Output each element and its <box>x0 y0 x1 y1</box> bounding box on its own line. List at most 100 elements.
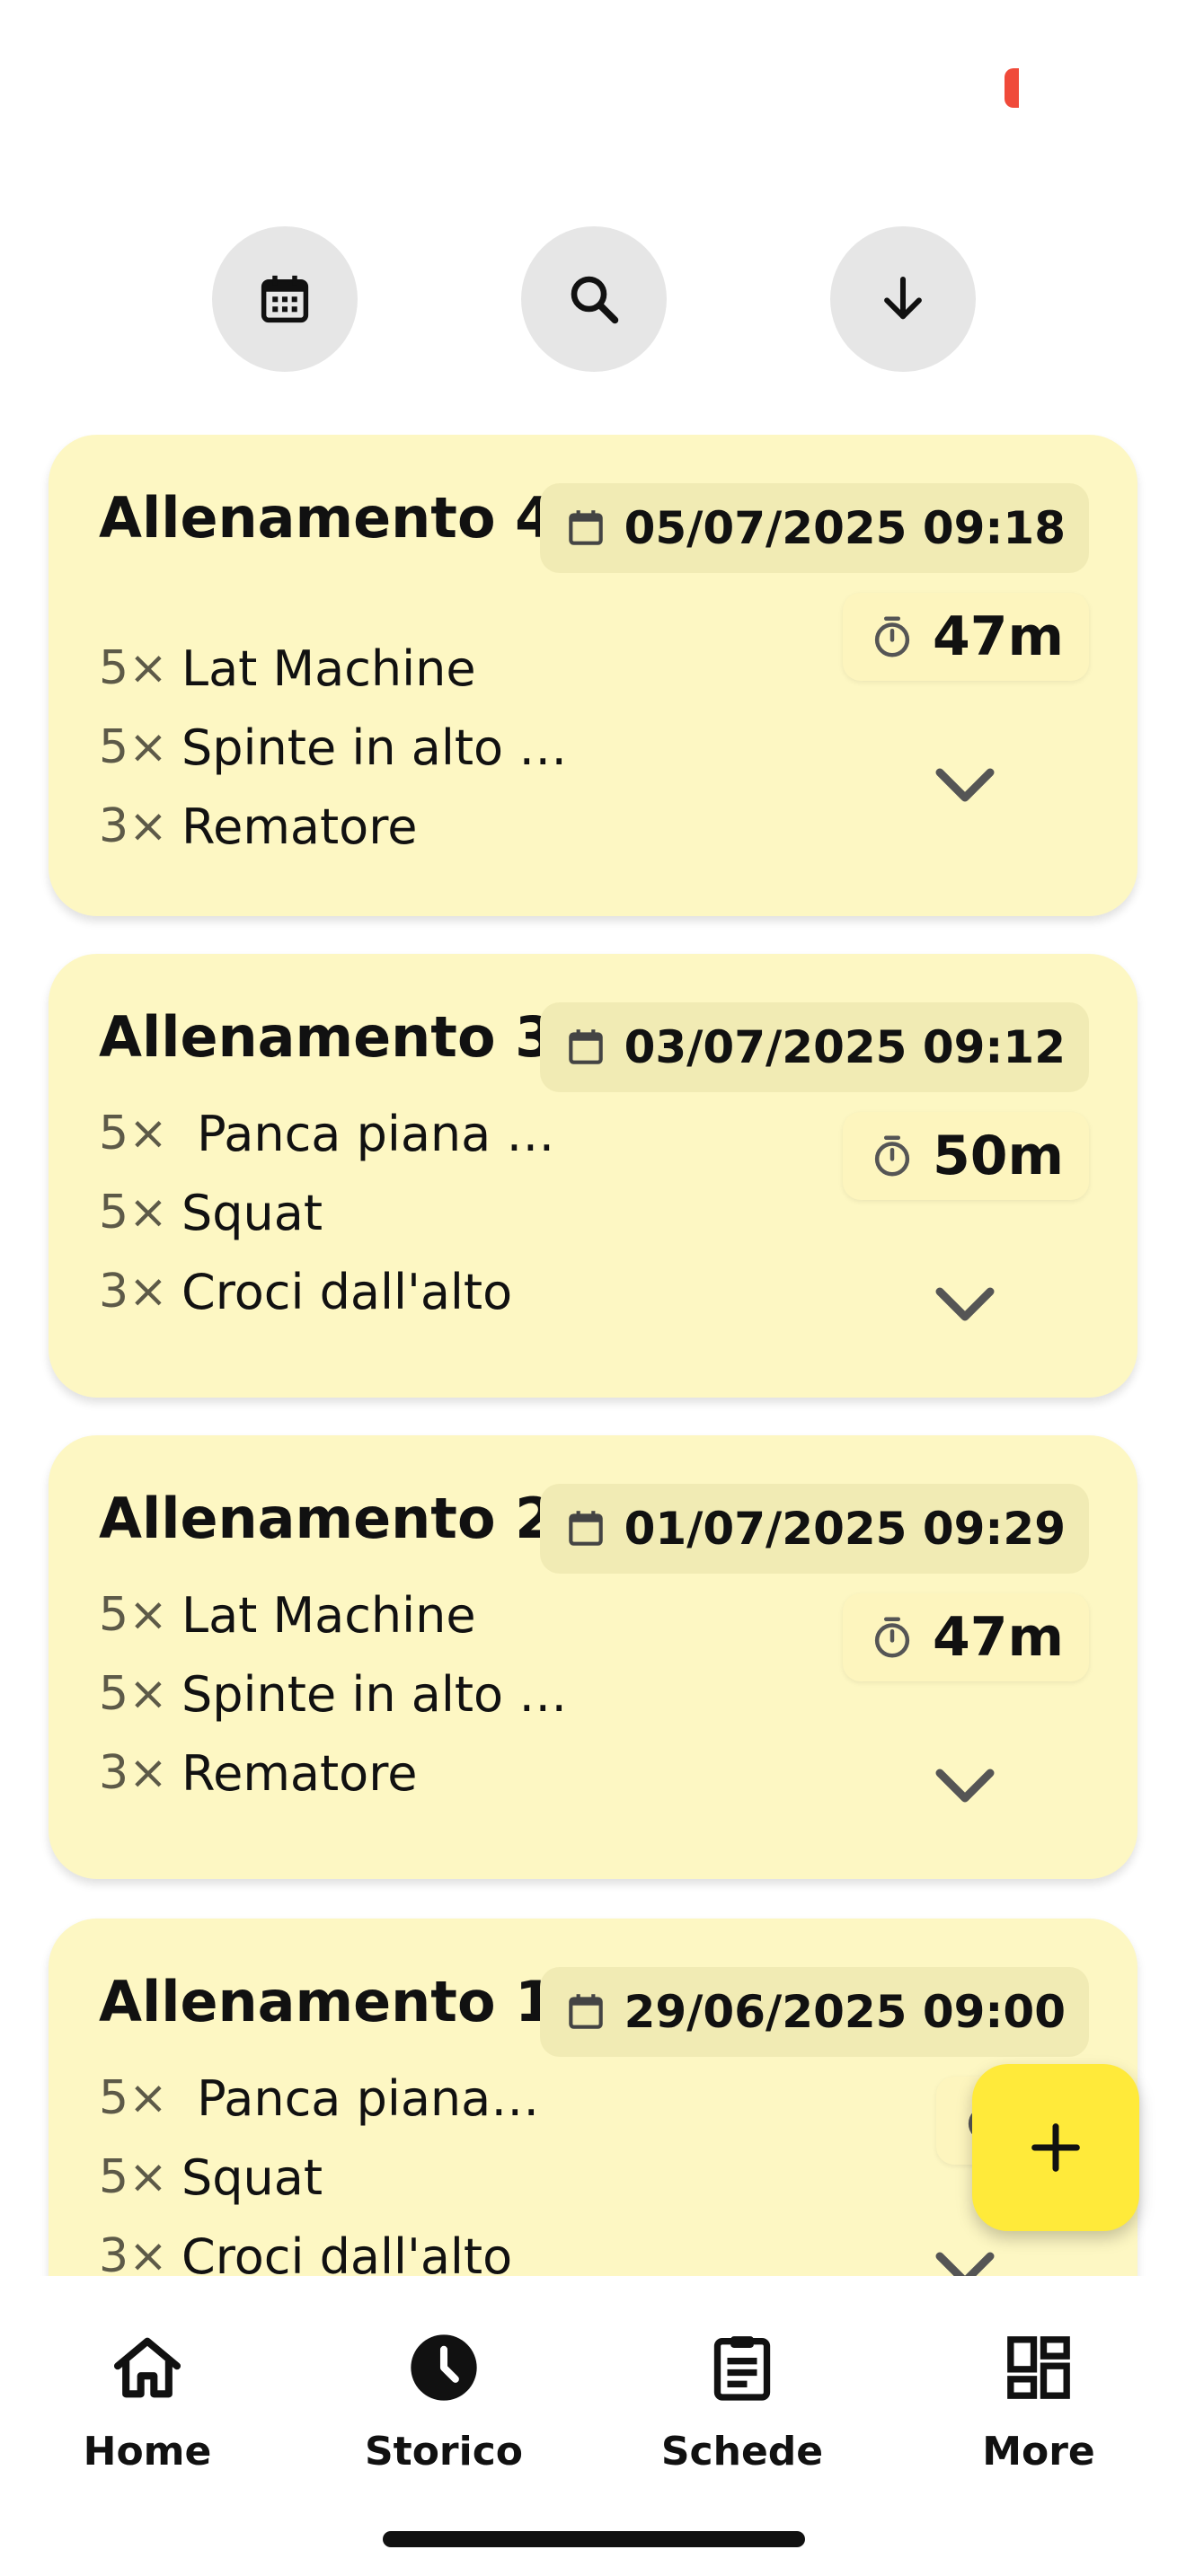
workout-duration: 50m <box>932 1125 1064 1187</box>
exercise-row: 3× Croci dall'alto <box>99 2217 602 2277</box>
calendar-icon <box>261 275 309 323</box>
exercise-row: 5× Lat Machine <box>99 1575 602 1654</box>
workout-date: 03/07/2025 09:12 <box>624 1021 1066 1073</box>
exercise-name: Croci dall'alto <box>181 2228 513 2277</box>
calendar-icon <box>568 510 603 545</box>
nav-label-more: More <box>982 2429 1095 2475</box>
exercise-row: 3× Rematore <box>99 787 602 866</box>
exercise-row: 3× Croci dall'alto <box>99 1252 602 1331</box>
chevron-down-icon <box>935 2252 995 2276</box>
nav-label-home: Home <box>83 2429 212 2475</box>
exercise-row: 5× Squat <box>99 2138 602 2217</box>
exercise-name: Spinte in alto … <box>181 1665 568 1723</box>
workout-title: Allenamento 4 <box>99 485 554 551</box>
exercise-sets: 3× <box>99 1265 168 1319</box>
exercise-name: Rematore <box>181 1744 418 1802</box>
exercise-list: 5× Panca piana … 5× Squat 3× Croci dall'… <box>99 1094 602 1331</box>
exercise-name: Panca piana… <box>181 2069 540 2127</box>
exercise-name: Croci dall'alto <box>181 1263 513 1320</box>
exercise-sets: 5× <box>99 2150 168 2204</box>
grid-icon <box>1007 2336 1070 2399</box>
exercise-row: 5× Spinte in alto … <box>99 708 602 787</box>
sort-button[interactable] <box>830 226 976 372</box>
calendar-icon <box>568 1994 603 2029</box>
workout-date-chip: 01/07/2025 09:29 <box>539 1484 1089 1574</box>
recording-indicator <box>1005 68 1019 108</box>
workout-date-chip: 05/07/2025 09:18 <box>539 483 1089 573</box>
chevron-down-icon <box>935 1769 995 1803</box>
workout-date: 01/07/2025 09:29 <box>624 1503 1066 1555</box>
nav-label-storico: Storico <box>364 2429 524 2475</box>
exercise-name: Spinte in alto … <box>181 719 568 776</box>
exercise-sets: 5× <box>99 2071 168 2125</box>
nav-label-schede: Schede <box>660 2429 824 2475</box>
workout-title: Allenamento 1 <box>99 1969 554 2034</box>
calendar-icon <box>568 1029 603 1064</box>
exercise-sets: 3× <box>99 2229 168 2276</box>
plus-icon <box>1031 2123 1080 2172</box>
nav-item-more[interactable]: More <box>918 2308 1152 2488</box>
workout-card[interactable]: Allenamento 2 01/07/2025 09:29 47m 5× La… <box>49 1435 1137 1879</box>
search-icon <box>571 276 619 324</box>
calendar-filter-button[interactable] <box>212 226 358 372</box>
nav-item-home[interactable]: Home <box>27 2308 261 2488</box>
workout-date-chip: 29/06/2025 09:00 <box>539 1967 1089 2057</box>
search-button[interactable] <box>521 226 667 372</box>
history-toolbar <box>0 226 1186 372</box>
exercise-row: 5× Panca piana… <box>99 2059 602 2138</box>
workout-date: 05/07/2025 09:18 <box>624 502 1066 554</box>
exercise-row: 5× Spinte in alto … <box>99 1654 602 1734</box>
workout-card[interactable]: Allenamento 4 05/07/2025 09:18 47m 5× La… <box>49 435 1137 916</box>
workout-title: Allenamento 2 <box>99 1486 554 1551</box>
exercise-name: Rematore <box>181 798 418 855</box>
nav-item-schede[interactable]: Schede <box>622 2308 855 2488</box>
workout-list: Allenamento 4 05/07/2025 09:18 47m 5× La… <box>0 435 1186 2276</box>
home-icon <box>113 2337 181 2398</box>
exercise-sets: 5× <box>99 1186 168 1239</box>
chevron-down-icon <box>935 768 995 802</box>
workout-duration: 47m <box>932 605 1064 668</box>
exercise-sets: 5× <box>99 720 168 774</box>
exercise-name: Panca piana … <box>181 1105 555 1162</box>
exercise-sets: 3× <box>99 799 168 853</box>
exercise-sets: 5× <box>99 1667 168 1721</box>
timer-icon <box>874 1135 910 1177</box>
exercise-name: Squat <box>181 1184 323 1241</box>
workout-duration: 47m <box>932 1606 1064 1669</box>
exercise-sets: 3× <box>99 1746 168 1800</box>
workout-duration-chip: 47m <box>842 1593 1089 1681</box>
exercise-list: 5× Lat Machine 5× Spinte in alto … 3× Re… <box>99 1575 602 1813</box>
nav-item-storico[interactable]: Storico <box>323 2308 557 2488</box>
expand-button[interactable] <box>929 1760 1001 1811</box>
exercise-row: 5× Lat Machine <box>99 629 602 708</box>
workout-duration-chip: 50m <box>842 1112 1089 1200</box>
timer-icon <box>874 1617 910 1658</box>
chevron-down-icon <box>935 1287 995 1321</box>
calendar-icon <box>568 1511 603 1546</box>
exercise-row: 5× Panca piana … <box>99 1094 602 1173</box>
arrow-down-icon <box>884 276 922 320</box>
exercise-sets: 5× <box>99 1588 168 1642</box>
expand-button[interactable] <box>929 760 1001 810</box>
workout-duration-chip: 47m <box>842 593 1089 681</box>
workout-date-chip: 03/07/2025 09:12 <box>539 1002 1089 1092</box>
exercise-row: 3× Rematore <box>99 1734 602 1813</box>
exercise-row: 5× Squat <box>99 1173 602 1252</box>
exercise-sets: 5× <box>99 1107 168 1160</box>
clock-icon <box>411 2334 477 2401</box>
expand-button[interactable] <box>929 1279 1001 1329</box>
exercise-name: Lat Machine <box>181 640 476 697</box>
exercise-name: Lat Machine <box>181 1586 476 1644</box>
exercise-list: 5× Panca piana… 5× Squat 3× Croci dall'a… <box>99 2059 602 2277</box>
exercise-sets: 5× <box>99 641 168 695</box>
expand-button[interactable] <box>929 2244 1001 2276</box>
workout-history-screen: Allenamento 4 05/07/2025 09:18 47m 5× La… <box>0 0 1186 2576</box>
home-indicator[interactable] <box>383 2531 805 2547</box>
clipboard-icon <box>713 2336 771 2401</box>
add-workout-button[interactable] <box>972 2064 1139 2231</box>
exercise-list: 5× Lat Machine 5× Spinte in alto … 3× Re… <box>99 629 602 866</box>
workout-title: Allenamento 3 <box>99 1004 554 1070</box>
timer-icon <box>874 616 910 657</box>
exercise-name: Squat <box>181 2148 323 2206</box>
workout-card[interactable]: Allenamento 3 03/07/2025 09:12 50m 5× Pa… <box>49 954 1137 1398</box>
